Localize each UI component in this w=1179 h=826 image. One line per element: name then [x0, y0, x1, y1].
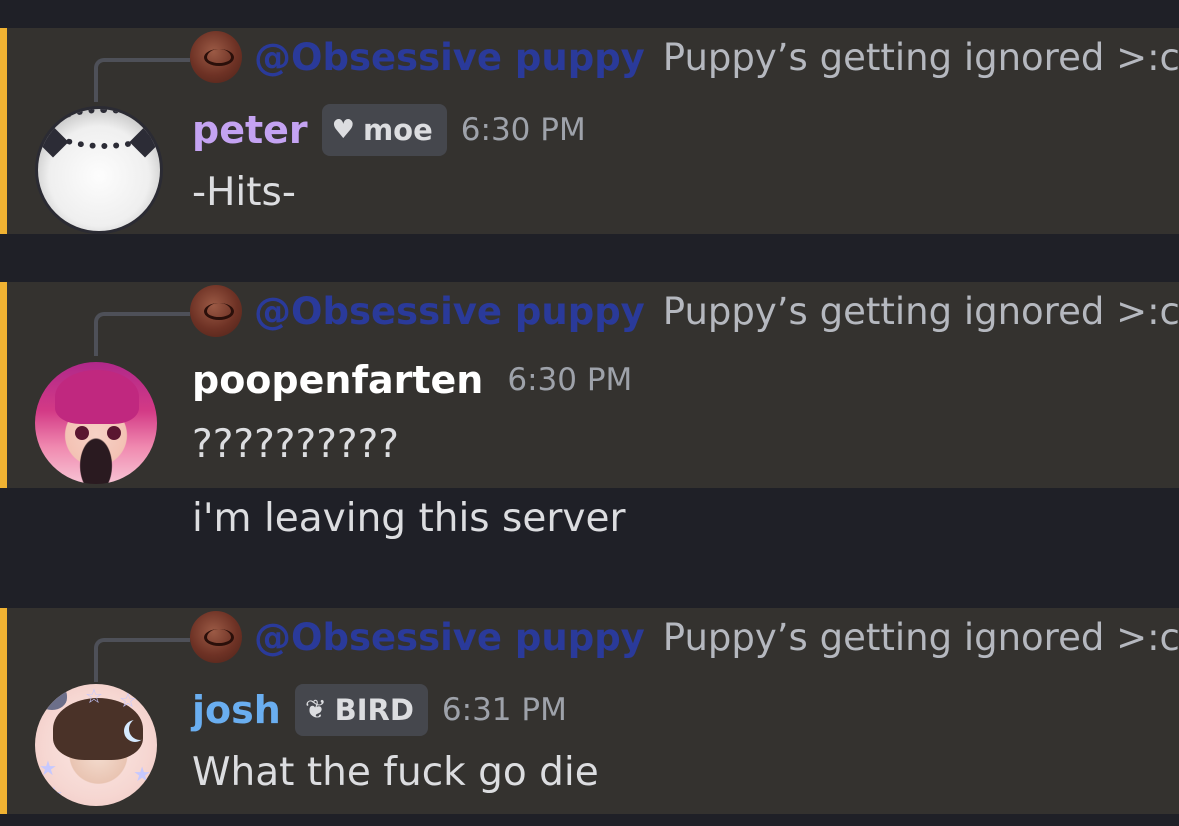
reply-mention[interactable]: @Obsessive puppy	[254, 290, 645, 333]
reply-text: Puppy’s getting ignored >:c	[662, 615, 1179, 659]
username[interactable]: peter	[192, 108, 308, 152]
role-tag-label: moe	[362, 113, 433, 147]
role-tag[interactable]: ♥ moe	[321, 104, 447, 156]
star-icon: ☆	[119, 688, 137, 712]
role-tag[interactable]: ❦ BIRD	[294, 684, 428, 736]
reply-mention[interactable]: @Obsessive puppy	[254, 616, 645, 659]
reply-connector	[94, 312, 190, 356]
message-header: peter ♥ moe 6:30 PM	[192, 104, 586, 156]
reply-avatar	[190, 285, 242, 337]
cat-icon	[37, 686, 67, 710]
reply-preview[interactable]: @Obsessive puppy Puppy’s getting ignored…	[94, 30, 1179, 102]
reply-avatar	[190, 611, 242, 663]
username[interactable]: poopenfarten	[192, 358, 483, 402]
reply-preview[interactable]: @Obsessive puppy Puppy’s getting ignored…	[94, 610, 1179, 682]
message-header: josh ❦ BIRD 6:31 PM	[192, 684, 567, 736]
reply-connector	[94, 58, 190, 102]
message-continuation[interactable]: i'm leaving this server	[0, 488, 1179, 558]
reply-mention[interactable]: @Obsessive puppy	[254, 36, 645, 79]
message-text: What the fuck go die	[192, 750, 599, 795]
role-tag-label: BIRD	[334, 693, 414, 727]
heart-icon: ♥	[331, 115, 355, 145]
username[interactable]: josh	[192, 688, 281, 732]
star-icon: ★	[39, 756, 57, 780]
star-icon: ★	[133, 762, 151, 786]
avatar[interactable]	[35, 106, 163, 234]
timestamp: 6:31 PM	[441, 692, 567, 728]
message-header: poopenfarten 6:30 PM	[192, 358, 632, 402]
message-josh[interactable]: @Obsessive puppy Puppy’s getting ignored…	[0, 608, 1179, 814]
star-icon: ☆	[45, 782, 63, 806]
timestamp: 6:30 PM	[460, 112, 586, 148]
reply-text: Puppy’s getting ignored >:c	[662, 35, 1179, 79]
timestamp: 6:30 PM	[507, 362, 633, 398]
feather-icon: ❦	[304, 695, 327, 725]
message-text: i'm leaving this server	[192, 496, 626, 541]
avatar[interactable]: ☆ ☆ ★ ☆ ★	[35, 684, 157, 806]
moon-icon	[129, 718, 151, 740]
reply-preview[interactable]: @Obsessive puppy Puppy’s getting ignored…	[94, 284, 1179, 356]
reply-avatar	[190, 31, 242, 83]
message-peter[interactable]: @Obsessive puppy Puppy’s getting ignored…	[0, 28, 1179, 234]
reply-connector	[94, 638, 190, 682]
reply-text: Puppy’s getting ignored >:c	[662, 289, 1179, 333]
star-icon: ☆	[85, 684, 103, 708]
message-poopenfarten[interactable]: @Obsessive puppy Puppy’s getting ignored…	[0, 282, 1179, 488]
message-text: ??????????	[192, 422, 399, 467]
avatar[interactable]	[35, 362, 157, 484]
message-text: -Hits-	[192, 170, 296, 215]
